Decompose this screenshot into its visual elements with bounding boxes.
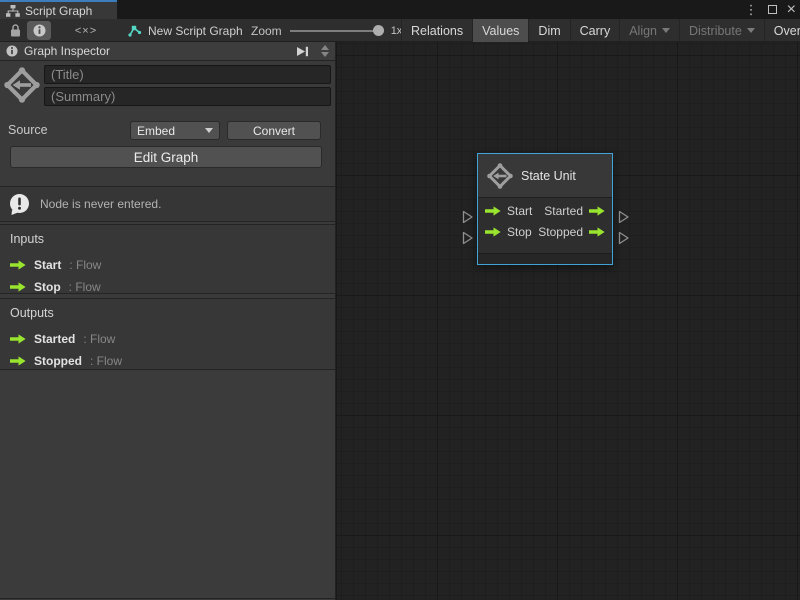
source-dropdown[interactable]: Embed [130, 121, 220, 140]
carry-button[interactable]: Carry [570, 19, 620, 42]
script-graph-icon [6, 5, 20, 17]
inspector-empty-area [0, 371, 335, 599]
window-controls: ⋮ × [745, 0, 796, 19]
distribute-button[interactable]: Distribute [679, 19, 764, 42]
inspector-toggle-button[interactable] [27, 21, 51, 40]
graph-inspector-panel: Graph Inspector Source Embed [0, 42, 336, 600]
port-row: Start Started [485, 200, 605, 221]
chevron-down-icon [747, 28, 755, 33]
convert-button[interactable]: Convert [227, 121, 321, 140]
chevron-down-icon [662, 28, 670, 33]
flow-arrow-icon [10, 282, 26, 292]
maximize-icon[interactable] [768, 5, 777, 14]
zoom-control: Zoom 1x [251, 19, 402, 42]
toolbar-buttons: Relations Values Dim Carry Align Distrib… [401, 19, 800, 42]
flow-arrow-icon [589, 206, 605, 216]
transition-port-icon[interactable] [618, 210, 630, 224]
inputs-section: Inputs Start : Flow Stop : Flow [0, 224, 335, 294]
tab-script-graph[interactable]: Script Graph [0, 0, 117, 19]
code-icon: <×> [75, 25, 97, 37]
flow-arrow-icon [485, 206, 501, 216]
transition-port-icon[interactable] [618, 231, 630, 245]
node-body-spacer [478, 242, 612, 253]
flow-arrow-icon [10, 260, 26, 270]
warning-icon [8, 193, 31, 216]
values-button[interactable]: Values [472, 19, 528, 42]
graph-inspector-header: Graph Inspector [0, 42, 335, 61]
outputs-section: Outputs Started : Flow Stopped : Flow [0, 298, 335, 370]
script-graph-window: Script Graph ⋮ × <×> [0, 0, 800, 600]
state-unit-icon [487, 163, 513, 189]
flow-arrow-icon [485, 227, 501, 237]
panel-title: Graph Inspector [24, 44, 290, 58]
transition-port-icon[interactable] [462, 231, 474, 245]
node-ports: Start Started Stop Stopp [478, 198, 612, 242]
info-icon [6, 45, 18, 57]
zoom-slider[interactable] [290, 30, 382, 32]
graph-canvas[interactable]: State Unit Start Started [337, 42, 800, 600]
align-button[interactable]: Align [619, 19, 679, 42]
list-item: Stop : Flow [10, 276, 325, 298]
lock-icon [10, 24, 21, 37]
zoom-slider-knob[interactable] [373, 25, 384, 36]
graph-toolbar: <×> New Script Graph Zoom 1x Relations V… [0, 19, 800, 42]
warning-text: Node is never entered. [40, 197, 161, 211]
output-port-started[interactable]: Started [544, 204, 605, 218]
transition-port-icon[interactable] [462, 210, 474, 224]
list-item: Start : Flow [10, 254, 325, 276]
panel-spinner[interactable] [321, 45, 329, 57]
dock-icon[interactable] [296, 46, 309, 57]
source-label: Source [8, 123, 48, 137]
lock-button[interactable] [4, 21, 26, 40]
flow-arrow-icon [10, 356, 26, 366]
state-unit-node[interactable]: State Unit Start Started [477, 153, 613, 265]
list-item: Started : Flow [10, 328, 325, 350]
input-port-stop[interactable]: Stop [485, 225, 532, 239]
chevron-down-icon [205, 128, 213, 133]
summary-input[interactable] [44, 87, 331, 106]
tab-label: Script Graph [25, 4, 92, 18]
relations-button[interactable]: Relations [401, 19, 472, 42]
port-row: Stop Stopped [485, 221, 605, 242]
spinner-down-icon [321, 52, 329, 57]
zoom-label: Zoom [251, 24, 282, 38]
node-title: State Unit [521, 169, 576, 183]
dim-button[interactable]: Dim [528, 19, 569, 42]
flow-arrow-icon [10, 334, 26, 344]
outputs-title: Outputs [10, 306, 325, 320]
overview-button[interactable]: Overview [764, 19, 800, 42]
close-icon[interactable]: × [787, 0, 796, 19]
node-footer [478, 253, 612, 264]
flow-arrow-icon [589, 227, 605, 237]
inputs-title: Inputs [10, 232, 325, 246]
tab-bar: Script Graph ⋮ × [0, 0, 800, 19]
info-icon [33, 24, 46, 37]
new-script-graph-icon [127, 24, 142, 38]
title-input[interactable] [44, 65, 331, 84]
state-unit-icon [4, 66, 40, 104]
spinner-up-icon [321, 45, 329, 50]
new-script-graph-button[interactable]: New Script Graph [127, 19, 243, 42]
warning-box: Node is never entered. [0, 186, 335, 222]
output-port-stopped[interactable]: Stopped [538, 225, 605, 239]
menu-icon[interactable]: ⋮ [745, 0, 758, 19]
list-item: Stopped : Flow [10, 350, 325, 372]
edit-graph-button[interactable]: Edit Graph [10, 146, 322, 168]
input-port-start[interactable]: Start [485, 204, 532, 218]
code-view-button[interactable]: <×> [66, 21, 106, 40]
node-header[interactable]: State Unit [478, 154, 612, 198]
new-script-graph-label: New Script Graph [148, 24, 243, 38]
source-dropdown-value: Embed [137, 124, 175, 138]
